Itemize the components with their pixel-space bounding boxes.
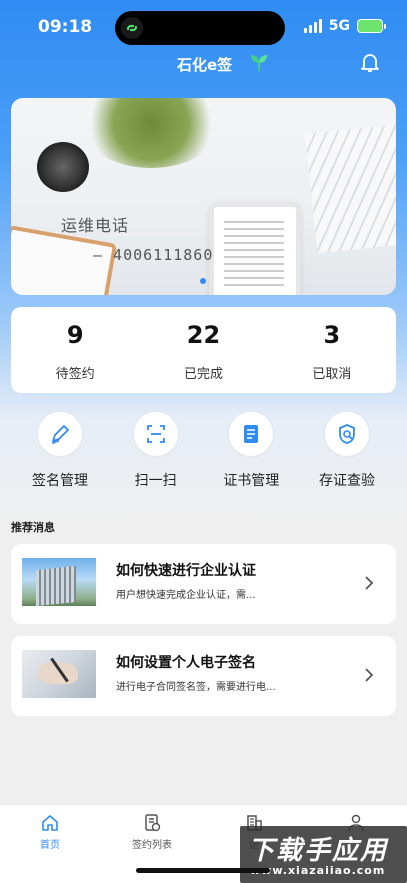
contract-list-icon: [142, 813, 162, 833]
certificate-icon: [229, 412, 274, 456]
watermark-title: 下载手应用: [248, 836, 389, 866]
tab-home[interactable]: 首页: [0, 813, 100, 851]
network-type: 5G: [328, 18, 350, 34]
home-icon: [40, 813, 60, 833]
status-indicators: 5G: [303, 18, 386, 34]
banner-pen-cup-image: [37, 142, 89, 192]
watermark-url: www.xiazaiiao.com: [250, 864, 386, 877]
action-scan[interactable]: 扫一扫: [115, 412, 197, 492]
message-description: 用户想快速完成企业认证，需...: [116, 590, 256, 601]
promo-banner[interactable]: 运维电话 — 4006111860: [11, 98, 396, 295]
bell-icon[interactable]: [358, 50, 382, 74]
tab-contract-list[interactable]: 签约列表: [102, 813, 202, 851]
watermark: 下载手应用 www.xiazaiiao.com: [240, 826, 407, 883]
message-thumbnail: [22, 650, 96, 698]
link-icon: [121, 17, 143, 39]
chevron-right-icon: [364, 667, 374, 683]
battery-icon: [357, 19, 386, 33]
banner-caption: 运维电话: [61, 216, 130, 235]
tab-label: 首页: [40, 840, 60, 851]
action-signature-management[interactable]: 签名管理: [19, 412, 101, 492]
stat-value: 3: [323, 321, 341, 349]
home-indicator: [136, 868, 270, 873]
stat-cancelled[interactable]: 3 已取消: [268, 307, 396, 393]
stat-label: 待签约: [55, 367, 95, 382]
dynamic-island: [115, 11, 285, 45]
stat-completed[interactable]: 22 已完成: [139, 307, 267, 393]
signal-icon: [303, 19, 322, 33]
scan-icon: [133, 412, 178, 456]
message-item[interactable]: 如何设置个人电子签名 进行电子合同签名签，需要进行电...: [11, 636, 396, 716]
message-title: 如何设置个人电子签名: [116, 655, 256, 671]
action-evidence-verification[interactable]: 存证查验: [306, 412, 388, 492]
section-title: 推荐消息: [11, 521, 55, 534]
message-title: 如何快速进行企业认证: [116, 563, 256, 579]
action-label: 签名管理: [32, 473, 88, 489]
stat-label: 已完成: [183, 367, 223, 382]
status-bar: 09:18 5G: [0, 0, 407, 54]
banner-pagination-dot[interactable]: [200, 278, 206, 284]
stat-pending[interactable]: 9 待签约: [11, 307, 139, 393]
chevron-right-icon: [364, 575, 374, 591]
message-thumbnail: [22, 558, 96, 606]
status-time: 09:18: [38, 17, 93, 37]
tab-label: 签约列表: [132, 840, 172, 851]
stat-value: 9: [66, 321, 84, 349]
action-label: 证书管理: [223, 473, 280, 489]
banner-keyboard-image: [305, 122, 396, 254]
shield-search-icon: [324, 412, 369, 456]
message-item[interactable]: 如何快速进行企业认证 用户想快速完成企业认证，需...: [11, 544, 396, 624]
contract-stats-card: 9 待签约 22 已完成 3 已取消: [11, 307, 396, 393]
action-label: 扫一扫: [134, 473, 177, 489]
pen-icon: [38, 412, 82, 456]
stat-value: 22: [186, 321, 221, 349]
action-certificate-management[interactable]: 证书管理: [210, 412, 292, 492]
banner-tablet-image: [209, 202, 301, 295]
message-description: 进行电子合同签名签，需要进行电...: [116, 682, 276, 693]
quick-actions: 签名管理 扫一扫 证书管理 存证查验: [11, 412, 396, 492]
stat-label: 已取消: [312, 367, 352, 382]
banner-phone: — 4006111860: [93, 246, 214, 264]
leaf-icon: [247, 50, 271, 74]
action-label: 存证查验: [318, 473, 375, 489]
app-title: 石化e签: [177, 56, 233, 74]
app-header: 石化e签: [0, 50, 407, 80]
banner-plant-image: [81, 98, 221, 168]
